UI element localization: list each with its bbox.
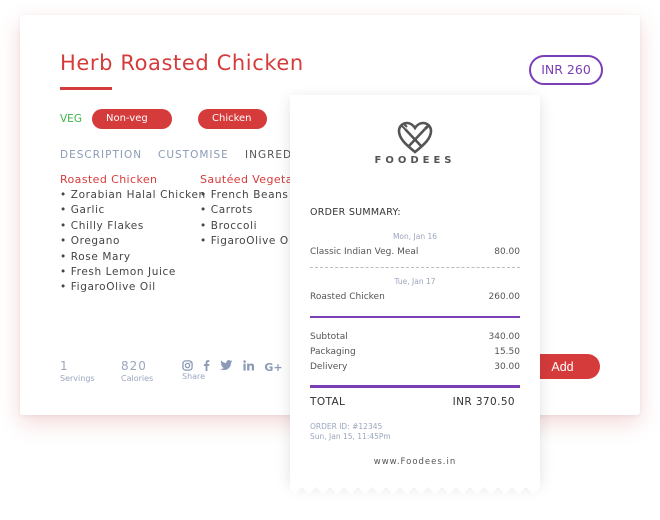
title-underline xyxy=(60,87,112,90)
foodees-logo xyxy=(290,121,540,159)
order-time: Sun, Jan 15, 11:45Pm xyxy=(310,432,391,441)
order-receipt: FOODEES ORDER SUMMARY: Mon, Jan 16 Class… xyxy=(290,95,540,483)
share-stat: Share xyxy=(182,371,205,381)
order-line-2: Roasted Chicken 260.00 xyxy=(310,292,520,302)
list-item: Rose Mary xyxy=(60,250,206,265)
packaging-row: Packaging 15.50 xyxy=(310,347,520,357)
ingredient-list-roasted-chicken: Zorabian Halal Chicken Garlic Chilly Fla… xyxy=(60,188,206,296)
twitter-icon[interactable] xyxy=(220,360,233,374)
order-meta: ORDER ID: #12345 Sun, Jan 15, 11:45Pm xyxy=(310,422,391,442)
share-icons: G+ xyxy=(182,356,288,374)
dish-title: Herb Roasted Chicken xyxy=(60,51,304,75)
veg-label[interactable]: VEG xyxy=(60,113,82,125)
list-item: French Beans xyxy=(200,188,289,203)
list-item: FigaroOlive O xyxy=(200,234,289,249)
servings-value: 1 xyxy=(60,359,69,373)
subtotal-row: Subtotal 340.00 xyxy=(310,332,520,342)
list-item: FigaroOlive Oil xyxy=(60,280,206,295)
delivery-label: Delivery xyxy=(310,362,348,372)
brand-name: FOODEES xyxy=(374,155,456,166)
ingredient-heading-sauteed-vegetables: Sautéed Vegeta xyxy=(200,173,293,186)
order-summary-heading: ORDER SUMMARY: xyxy=(310,207,401,218)
tab-description[interactable]: DESCRIPTION xyxy=(60,149,142,161)
divider xyxy=(310,316,520,318)
total-row: TOTAL INR 370.50 xyxy=(310,396,515,408)
website: www.Foodees.in xyxy=(373,457,457,467)
order-date-2: Tue, Jan 17 xyxy=(394,277,436,286)
calories-stat: 820 Calories xyxy=(121,359,153,383)
tag-non-veg[interactable]: Non-veg xyxy=(92,109,172,129)
heart-cutlery-icon xyxy=(397,121,433,154)
tab-ingredients[interactable]: INGRED xyxy=(245,149,292,161)
subtotal-label: Subtotal xyxy=(310,332,348,342)
order-date-1: Mon, Jan 16 xyxy=(392,232,438,241)
order-item-name: Classic Indian Veg. Meal xyxy=(310,247,419,257)
tab-customise[interactable]: CUSTOMISE xyxy=(158,149,229,161)
order-line-1: Classic Indian Veg. Meal 80.00 xyxy=(310,247,520,257)
ingredient-heading-roasted-chicken: Roasted Chicken xyxy=(60,173,158,186)
order-item-amount: 80.00 xyxy=(494,247,520,257)
delivery-amount: 30.00 xyxy=(494,362,520,372)
ingredient-list-sauteed-vegetables: French Beans Carrots Broccoli FigaroOliv… xyxy=(200,188,289,250)
google-plus-icon[interactable]: G+ xyxy=(264,361,282,374)
linkedin-icon[interactable] xyxy=(243,360,255,374)
list-item: Carrots xyxy=(200,203,289,218)
divider xyxy=(310,267,520,268)
divider xyxy=(310,385,520,388)
list-item: Oregano xyxy=(60,234,206,249)
delivery-row: Delivery 30.00 xyxy=(310,362,520,372)
share-label: Share xyxy=(182,372,206,381)
list-item: Fresh Lemon Juice xyxy=(60,265,206,280)
order-item-amount: 260.00 xyxy=(488,292,521,302)
packaging-label: Packaging xyxy=(310,347,356,357)
list-item: Chilly Flakes xyxy=(60,219,206,234)
total-label: TOTAL xyxy=(310,396,346,408)
list-item: Garlic xyxy=(60,203,206,218)
price-badge: INR 260 xyxy=(529,55,603,85)
receipt-torn-edge xyxy=(290,483,540,494)
total-amount: INR 370.50 xyxy=(452,396,515,408)
servings-label: Servings xyxy=(60,374,95,383)
list-item: Broccoli xyxy=(200,219,289,234)
calories-label: Calories xyxy=(121,374,154,383)
calories-value: 820 xyxy=(121,359,147,373)
packaging-amount: 15.50 xyxy=(494,347,520,357)
servings-stat: 1 Servings xyxy=(60,359,95,383)
list-item: Zorabian Halal Chicken xyxy=(60,188,206,203)
order-id: ORDER ID: #12345 xyxy=(310,422,383,431)
tag-chicken[interactable]: Chicken xyxy=(198,109,267,129)
order-item-name: Roasted Chicken xyxy=(310,292,385,302)
subtotal-amount: 340.00 xyxy=(488,332,521,342)
